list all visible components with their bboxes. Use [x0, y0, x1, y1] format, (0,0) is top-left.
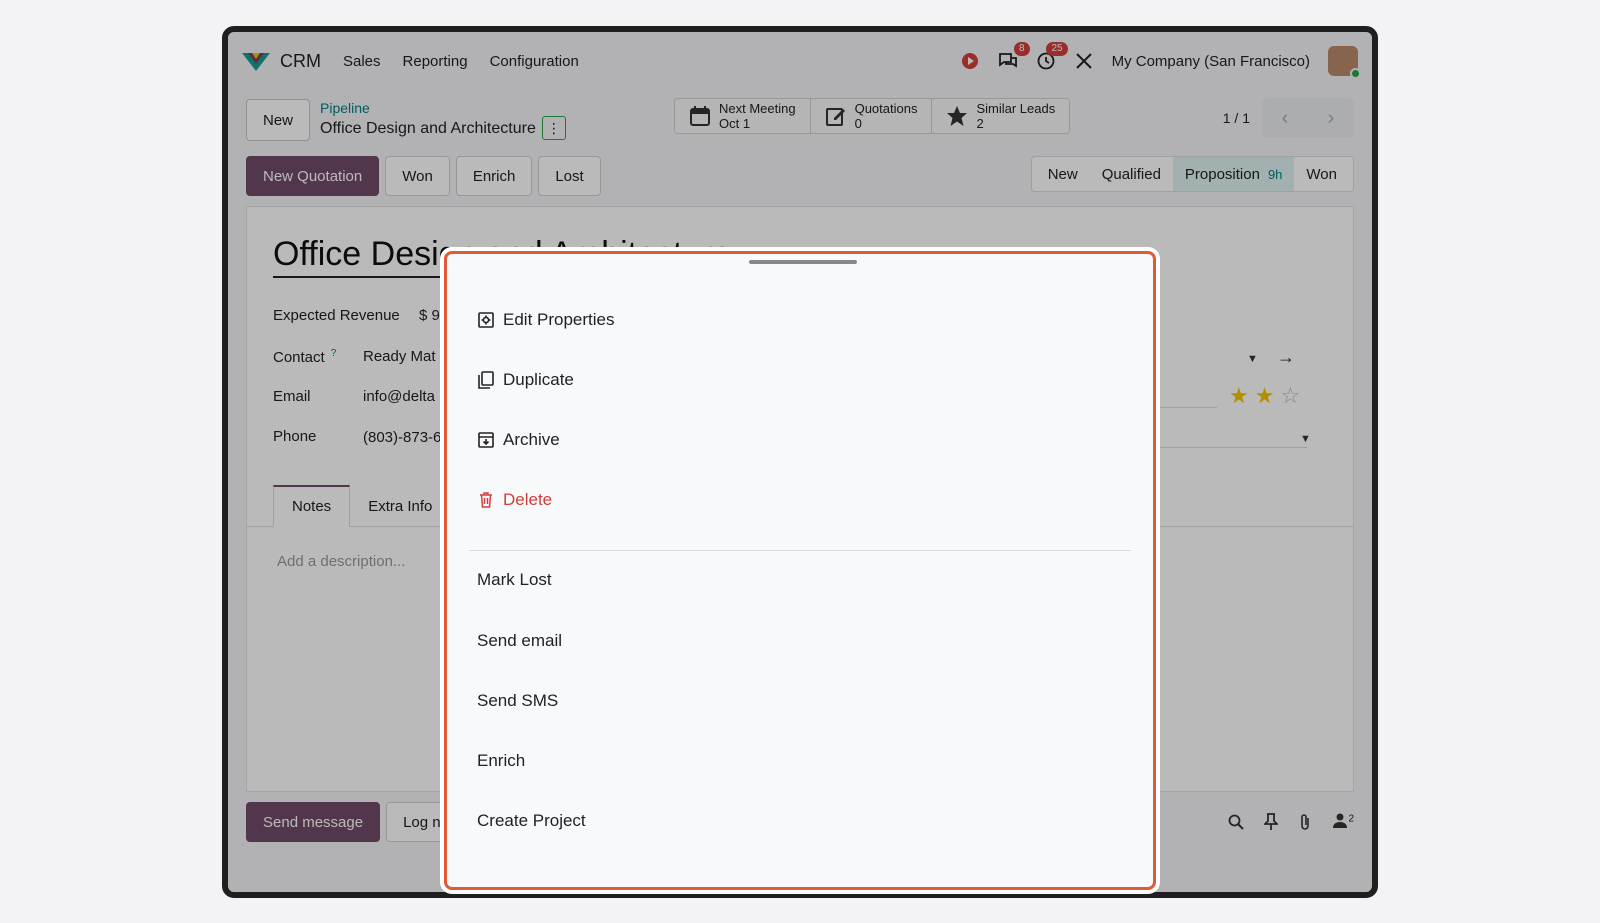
menu-duplicate-label: Duplicate: [503, 370, 574, 389]
menu-duplicate[interactable]: Duplicate: [477, 370, 574, 390]
trash-icon: [477, 491, 495, 509]
edit-properties-gear-icon: [477, 311, 495, 329]
menu-archive[interactable]: Archive: [477, 430, 560, 450]
menu-delete-label: Delete: [503, 490, 553, 509]
archive-box-icon: [477, 431, 495, 449]
menu-divider: [469, 550, 1131, 551]
sheet-drag-handle[interactable]: [749, 260, 857, 264]
menu-send-email[interactable]: Send email: [477, 631, 562, 651]
menu-edit-properties-label: Edit Properties: [503, 310, 615, 329]
duplicate-copy-icon: [477, 371, 495, 389]
menu-enrich[interactable]: Enrich: [477, 751, 525, 771]
menu-edit-properties[interactable]: Edit Properties: [477, 310, 615, 330]
menu-delete[interactable]: Delete: [477, 490, 552, 510]
menu-send-sms[interactable]: Send SMS: [477, 691, 558, 711]
menu-mark-lost[interactable]: Mark Lost: [477, 570, 552, 590]
action-menu-sheet: Edit Properties Duplicate Archive Delete…: [444, 251, 1156, 890]
menu-archive-label: Archive: [503, 430, 560, 449]
menu-create-project[interactable]: Create Project: [477, 811, 586, 831]
